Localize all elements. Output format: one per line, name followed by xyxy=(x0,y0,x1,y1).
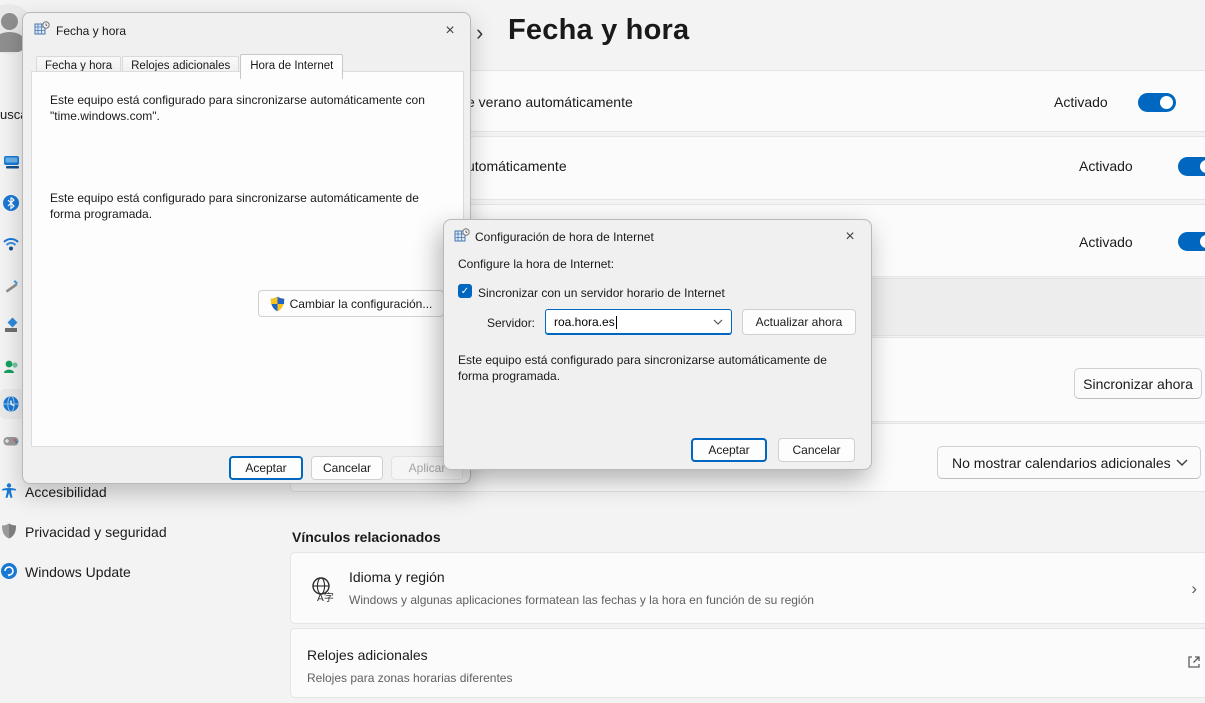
setting-row-label: e verano automáticamente xyxy=(467,94,633,110)
server-combobox[interactable]: roa.hora.es xyxy=(545,309,732,335)
shield-gray-icon xyxy=(0,522,18,540)
toggle-knob xyxy=(1160,96,1173,109)
breadcrumb-chevron-icon: › xyxy=(476,20,483,46)
toggle-set-time-auto[interactable] xyxy=(1178,157,1205,176)
sidebar-item-label: Accesibilidad xyxy=(25,484,107,500)
display-icon[interactable] xyxy=(2,153,20,171)
svg-text:A字: A字 xyxy=(317,591,334,603)
language-region-icon: A字 xyxy=(309,575,337,603)
chevron-down-icon[interactable] xyxy=(713,319,723,325)
status-label: Activado xyxy=(1054,94,1108,110)
accept-button[interactable]: Aceptar xyxy=(229,456,303,480)
chevron-right-icon: › xyxy=(1191,579,1197,599)
sidebar-item-label: Privacidad y seguridad xyxy=(25,524,167,540)
server-value: roa.hora.es xyxy=(554,315,615,329)
close-icon[interactable]: × xyxy=(838,226,862,248)
date-time-dialog: Fecha y hora × Fecha y hora Relojes adic… xyxy=(22,12,471,484)
external-link-icon xyxy=(1187,655,1201,669)
scheduled-sync-text: Este equipo está configurado para sincro… xyxy=(50,190,448,222)
sidebar-item-windows-update[interactable]: Windows Update xyxy=(0,558,270,590)
sync-info-text: Este equipo está configurado para sincro… xyxy=(50,92,448,124)
link-title: Relojes adicionales xyxy=(307,647,428,663)
pen-icon[interactable] xyxy=(2,276,20,294)
link-language-region[interactable]: A字 Idioma y región Windows y algunas apl… xyxy=(290,552,1205,624)
status-label: Activado xyxy=(1079,234,1133,250)
link-additional-clocks[interactable]: Relojes adicionales Relojes para zonas h… xyxy=(290,628,1205,698)
bluetooth-icon[interactable] xyxy=(2,194,20,212)
avatar-head xyxy=(1,13,18,30)
toggle-set-timezone-auto[interactable] xyxy=(1178,232,1205,251)
scheduled-sync-note: Este equipo está configurado para sincro… xyxy=(458,352,860,384)
cancel-button[interactable]: Cancelar xyxy=(311,456,383,480)
link-subtitle: Relojes para zonas horarias diferentes xyxy=(307,671,512,685)
internet-time-settings-dialog: Configuración de hora de Internet × Conf… xyxy=(443,219,872,470)
uac-shield-icon xyxy=(270,296,285,312)
toggle-knob xyxy=(1200,160,1205,173)
additional-calendars-select[interactable]: No mostrar calendarios adicionales xyxy=(937,446,1201,479)
sync-server-checkbox[interactable]: ✓ xyxy=(458,284,472,298)
tab-hora-de-internet[interactable]: Hora de Internet xyxy=(240,54,343,79)
internet-time-tab-panel: Este equipo está configurado para sincro… xyxy=(31,71,464,447)
sidebar-item-label: Windows Update xyxy=(25,564,131,580)
related-links-heading: Vínculos relacionados xyxy=(292,529,441,545)
accept-button[interactable]: Aceptar xyxy=(691,438,767,462)
update-now-button[interactable]: Actualizar ahora xyxy=(742,309,856,335)
accessibility-icon xyxy=(0,482,18,500)
link-title: Idioma y región xyxy=(349,569,445,585)
toggle-daylight-saving[interactable] xyxy=(1138,93,1176,112)
text-caret xyxy=(616,316,617,329)
select-value: No mostrar calendarios adicionales xyxy=(952,455,1171,471)
dialog-title: Fecha y hora xyxy=(56,24,126,38)
sidebar-item-privacy[interactable]: Privacidad y seguridad xyxy=(0,518,270,550)
toggle-knob xyxy=(1200,235,1205,248)
link-subtitle: Windows y algunas aplicaciones formatean… xyxy=(349,593,814,607)
configure-internet-time-label: Configure la hora de Internet: xyxy=(458,256,614,272)
close-icon[interactable]: × xyxy=(438,20,462,42)
sync-now-button[interactable]: Sincronizar ahora xyxy=(1074,368,1202,399)
server-label: Servidor: xyxy=(487,315,535,331)
dialog-title: Configuración de hora de Internet xyxy=(475,230,654,244)
windows-update-icon xyxy=(0,562,18,580)
sync-server-checkbox-label: Sincronizar con un servidor horario de I… xyxy=(478,285,725,301)
datetime-icon xyxy=(454,228,470,244)
gamepad-icon[interactable] xyxy=(2,432,20,450)
chevron-down-icon xyxy=(1176,459,1188,466)
datetime-icon xyxy=(34,21,50,37)
status-label: Activado xyxy=(1079,158,1133,174)
personalization-icon[interactable] xyxy=(2,317,20,335)
accounts-icon[interactable] xyxy=(2,358,20,376)
change-settings-label: Cambiar la configuración... xyxy=(290,297,433,311)
change-settings-button[interactable]: Cambiar la configuración... xyxy=(258,290,444,317)
cancel-button[interactable]: Cancelar xyxy=(778,438,855,462)
time-language-icon[interactable] xyxy=(2,395,20,413)
wifi-icon[interactable] xyxy=(2,235,20,253)
setting-row-label: utomáticamente xyxy=(467,158,567,174)
page-title: Fecha y hora xyxy=(508,14,689,47)
